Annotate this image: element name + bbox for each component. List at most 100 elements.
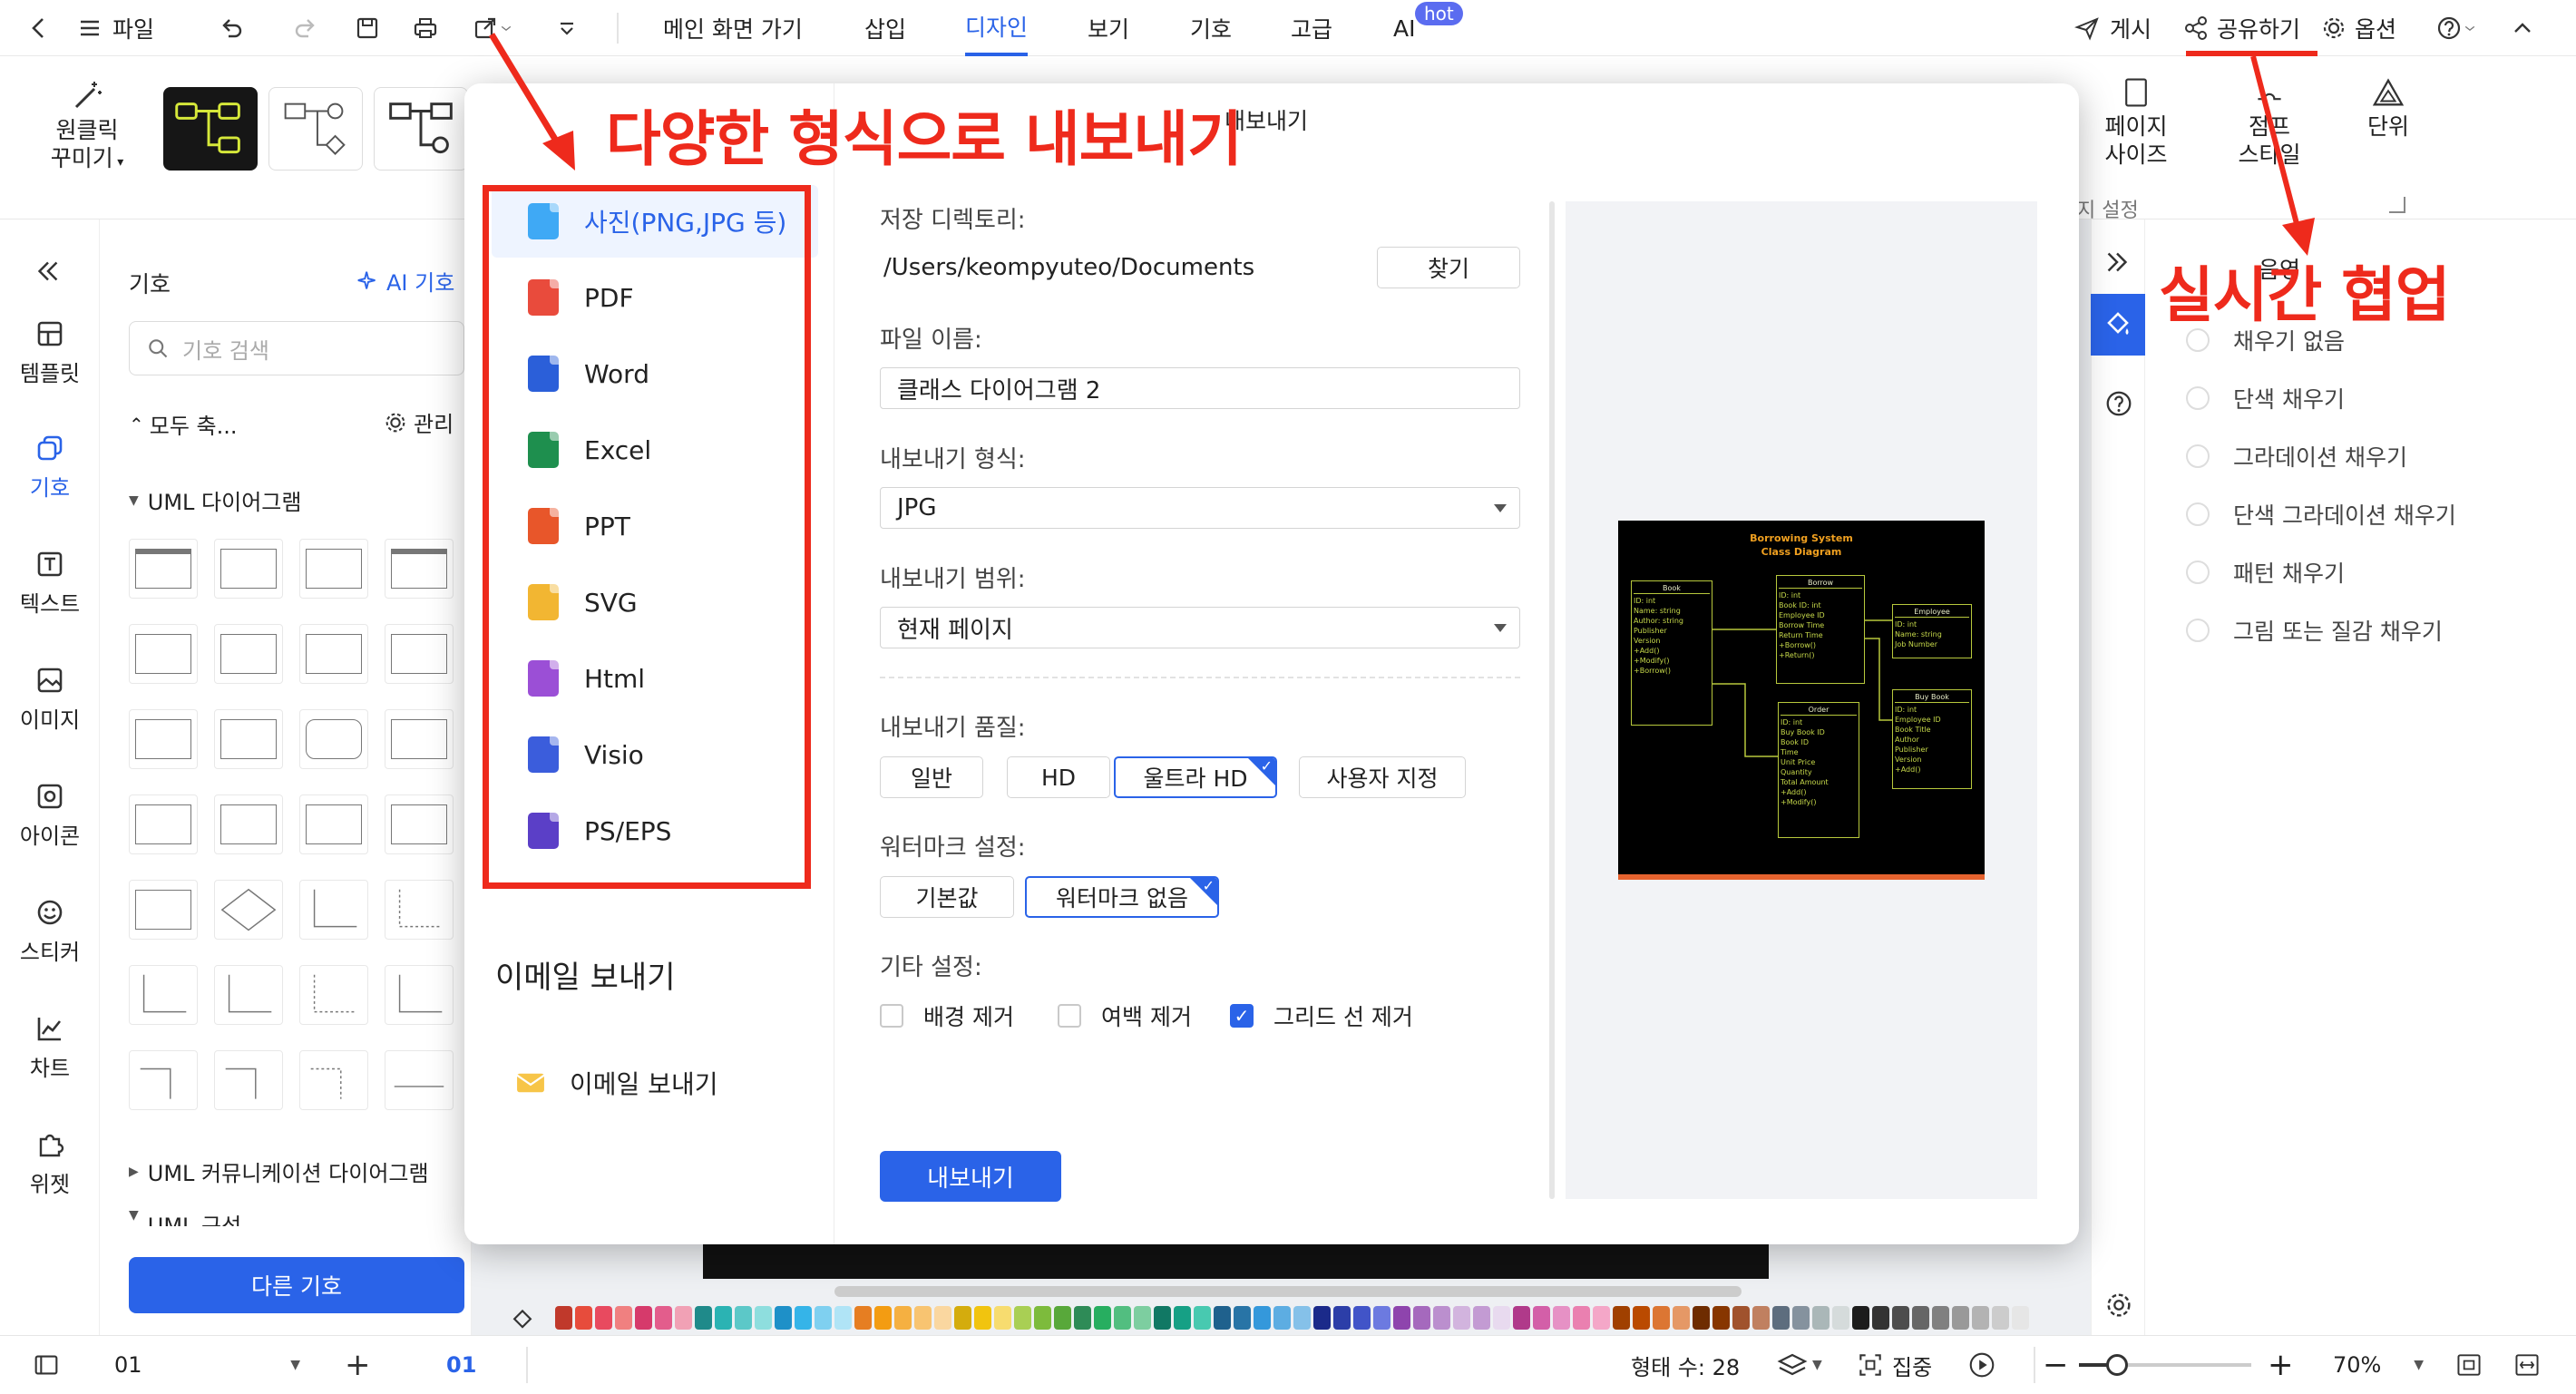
color-swatch[interactable] — [1573, 1306, 1590, 1330]
page-list-icon[interactable] — [31, 1336, 62, 1394]
color-swatch[interactable] — [635, 1306, 652, 1330]
zoom-in-button[interactable]: + — [2268, 1336, 2294, 1394]
sidebar-item-icons[interactable]: 아이콘 — [0, 780, 100, 850]
section-uml-diagram[interactable]: ▼ UML 다이어그램 — [129, 484, 301, 516]
uml-shape[interactable] — [385, 709, 454, 769]
color-swatch[interactable] — [1353, 1306, 1371, 1330]
ai-symbols-button[interactable]: AI 기호 — [356, 265, 454, 297]
symbol-search-input[interactable]: 기호 검색 — [129, 321, 464, 375]
color-swatch[interactable] — [934, 1306, 951, 1330]
tab-symbols[interactable]: 기호 — [1190, 0, 1232, 56]
color-swatch[interactable] — [555, 1306, 572, 1330]
tab-design[interactable]: 디자인 — [965, 0, 1029, 56]
more-icon[interactable] — [553, 0, 581, 56]
color-swatch[interactable] — [1433, 1306, 1450, 1330]
section-uml-composition[interactable]: ▼ UML 구성 — [129, 1208, 241, 1226]
color-swatch[interactable] — [1014, 1306, 1031, 1330]
color-swatch[interactable] — [874, 1306, 892, 1330]
section-uml-communication[interactable]: ▶ UML 커뮤니케이션 다이어그램 — [129, 1155, 429, 1187]
sidebar-item-symbols[interactable]: 기호 — [0, 432, 100, 502]
sidebar-item-text[interactable]: 텍스트 — [0, 548, 100, 618]
uml-shape[interactable] — [129, 624, 198, 684]
color-swatch[interactable] — [1653, 1306, 1670, 1330]
color-swatch[interactable] — [1772, 1306, 1790, 1330]
uml-shape[interactable] — [299, 794, 368, 854]
color-swatch[interactable] — [1593, 1306, 1610, 1330]
uml-shape[interactable] — [214, 880, 283, 940]
back-icon[interactable] — [25, 0, 53, 56]
sidebar-item-sticker[interactable]: 스티커 — [0, 896, 100, 966]
fill-color-icon[interactable] — [508, 1306, 537, 1335]
uml-shape[interactable] — [214, 965, 283, 1025]
color-swatch[interactable] — [1333, 1306, 1351, 1330]
color-swatch[interactable] — [1752, 1306, 1770, 1330]
page-selector[interactable]: 01 ▼ — [114, 1336, 300, 1394]
page-settings-expand-icon[interactable] — [2389, 197, 2405, 213]
export-button[interactable]: 내보내기 — [880, 1151, 1061, 1202]
print-icon[interactable] — [412, 0, 439, 56]
color-swatch[interactable] — [1114, 1306, 1131, 1330]
color-swatch[interactable] — [1872, 1306, 1889, 1330]
color-swatch[interactable] — [1792, 1306, 1810, 1330]
color-swatch[interactable] — [1034, 1306, 1051, 1330]
expand-panel-icon[interactable] — [2102, 247, 2132, 278]
uml-shape[interactable] — [385, 880, 454, 940]
color-swatch[interactable] — [1154, 1306, 1171, 1330]
color-swatch[interactable] — [1393, 1306, 1410, 1330]
uml-shape[interactable] — [385, 1050, 454, 1110]
color-swatch[interactable] — [775, 1306, 792, 1330]
publish-button[interactable]: 게시 — [2073, 0, 2152, 56]
color-swatch[interactable] — [1094, 1306, 1111, 1330]
fit-width-icon[interactable] — [2513, 1336, 2542, 1394]
options-button[interactable]: 옵션 — [2320, 0, 2396, 56]
color-swatch[interactable] — [1633, 1306, 1650, 1330]
color-swatch[interactable] — [1972, 1306, 1989, 1330]
color-swatch[interactable] — [1892, 1306, 1909, 1330]
uml-shape[interactable] — [299, 965, 368, 1025]
unit-button[interactable]: 단위 — [2356, 74, 2420, 141]
uml-shape[interactable] — [214, 624, 283, 684]
tab-home[interactable]: 메인 화면 가기 — [663, 0, 803, 56]
style-preset-3[interactable] — [374, 87, 468, 171]
uml-shape[interactable] — [299, 539, 368, 599]
collapse-all-button[interactable]: ⌃ 모두 축... — [129, 408, 238, 440]
quality-normal-button[interactable]: 일반 — [880, 756, 983, 798]
color-swatch[interactable] — [1273, 1306, 1291, 1330]
color-swatch[interactable] — [914, 1306, 932, 1330]
fill-option-solid[interactable]: 단색 채우기 — [2186, 382, 2345, 414]
color-swatch[interactable] — [2012, 1306, 2029, 1330]
share-button[interactable]: 공유하기 — [2182, 0, 2300, 56]
color-swatch[interactable] — [695, 1306, 712, 1330]
uml-shape[interactable] — [129, 965, 198, 1025]
page-tab[interactable]: 01 — [446, 1336, 476, 1394]
oneclick-beautify-button[interactable]: 원클릭 꾸미기 ▾ — [33, 76, 141, 176]
color-swatch[interactable] — [1413, 1306, 1430, 1330]
zoom-level-select[interactable]: 70% ▼ — [2333, 1336, 2424, 1394]
page-size-button[interactable]: 페이지 사이즈 — [2100, 74, 2172, 169]
undo-icon[interactable] — [218, 0, 245, 56]
color-swatch[interactable] — [1234, 1306, 1251, 1330]
color-swatch[interactable] — [1254, 1306, 1271, 1330]
color-swatch[interactable] — [1673, 1306, 1690, 1330]
uml-shape[interactable] — [385, 965, 454, 1025]
color-swatch[interactable] — [994, 1306, 1011, 1330]
color-swatch[interactable] — [1852, 1306, 1869, 1330]
color-swatch[interactable] — [1693, 1306, 1710, 1330]
quality-custom-button[interactable]: 사용자 지정 — [1299, 756, 1466, 798]
uml-shape[interactable] — [129, 539, 198, 599]
remove-margin-checkbox[interactable]: 여백 제거 — [1058, 999, 1192, 1032]
color-swatch[interactable] — [1832, 1306, 1849, 1330]
quality-hd-button[interactable]: HD — [1007, 756, 1110, 798]
export-format-select[interactable]: JPG — [880, 487, 1520, 529]
color-swatch[interactable] — [834, 1306, 852, 1330]
sidebar-item-image[interactable]: 이미지 — [0, 664, 100, 734]
color-swatch[interactable] — [974, 1306, 991, 1330]
color-swatch[interactable] — [1513, 1306, 1530, 1330]
uml-shape[interactable] — [129, 794, 198, 854]
color-swatch[interactable] — [1812, 1306, 1830, 1330]
color-swatch[interactable] — [655, 1306, 672, 1330]
color-swatch[interactable] — [735, 1306, 752, 1330]
filename-input[interactable]: 클래스 다이어그램 2 — [880, 367, 1520, 409]
style-preset-1[interactable] — [163, 87, 258, 171]
color-swatch[interactable] — [1214, 1306, 1231, 1330]
